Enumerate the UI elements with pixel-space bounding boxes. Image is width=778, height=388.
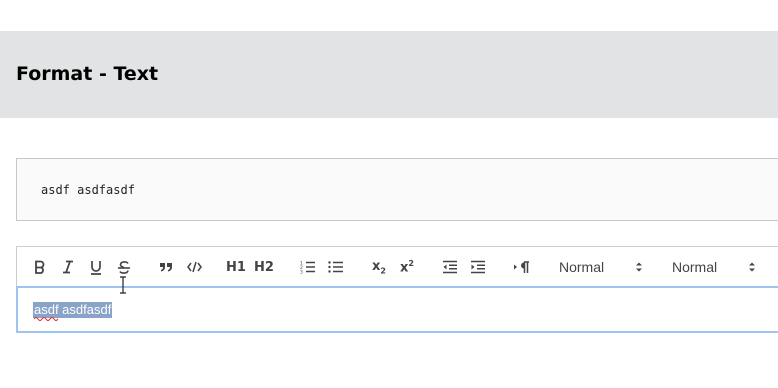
ordered-list-icon: 1 2 3 (300, 261, 315, 275)
chevron-updown-icon (636, 262, 642, 272)
underline-icon (91, 260, 101, 275)
h1-label: H1 (226, 259, 246, 275)
editor-toolbar: H1 H2 1 2 3 x2 x2 Normal Normal (16, 246, 778, 286)
underline-button[interactable] (87, 256, 105, 278)
italic-button[interactable] (59, 256, 77, 278)
ordered-list-button[interactable]: 1 2 3 (299, 256, 317, 278)
strike-button[interactable] (115, 256, 133, 278)
preview-text: asdf asdfasdf (41, 183, 135, 197)
indent-icon (471, 260, 485, 274)
italic-icon (63, 260, 73, 274)
svg-text:3: 3 (300, 270, 303, 275)
header-2-button[interactable]: H2 (253, 256, 275, 278)
bold-button[interactable] (31, 256, 49, 278)
page-title: Format - Text (16, 63, 159, 85)
size-picker[interactable]: Normal (559, 256, 643, 278)
subscript-icon: x2 (372, 258, 386, 276)
page-header: Format - Text (0, 31, 778, 118)
superscript-icon: x2 (400, 258, 414, 276)
outdent-button[interactable] (441, 256, 459, 278)
header-picker-label: Normal (672, 259, 718, 275)
bullet-list-icon (328, 261, 343, 273)
direction-rtl-button[interactable] (511, 256, 531, 278)
header-picker[interactable]: Normal (672, 256, 756, 278)
h2-label: H2 (254, 259, 274, 275)
chevron-updown-icon (749, 262, 755, 272)
size-picker-label: Normal (559, 259, 605, 275)
code-block-button[interactable] (185, 256, 203, 278)
indent-button[interactable] (469, 256, 487, 278)
quote-icon (160, 263, 172, 272)
subscript-button[interactable]: x2 (369, 256, 389, 278)
strikethrough-icon (118, 260, 130, 274)
header-1-button[interactable]: H1 (225, 256, 247, 278)
rich-text-editor[interactable]: asdf asdfasdf (16, 286, 778, 333)
output-preview: asdf asdfasdf (16, 158, 778, 221)
spellcheck-underline (34, 317, 59, 321)
paragraph-direction-icon (513, 261, 529, 273)
bold-icon (35, 260, 45, 274)
ibeam-cursor-icon (120, 276, 126, 294)
selected-text[interactable]: asdf asdfasdf (33, 302, 113, 318)
code-icon (186, 261, 202, 273)
outdent-icon (443, 260, 457, 274)
bullet-list-button[interactable] (327, 256, 345, 278)
blockquote-button[interactable] (157, 256, 175, 278)
superscript-button[interactable]: x2 (397, 256, 417, 278)
